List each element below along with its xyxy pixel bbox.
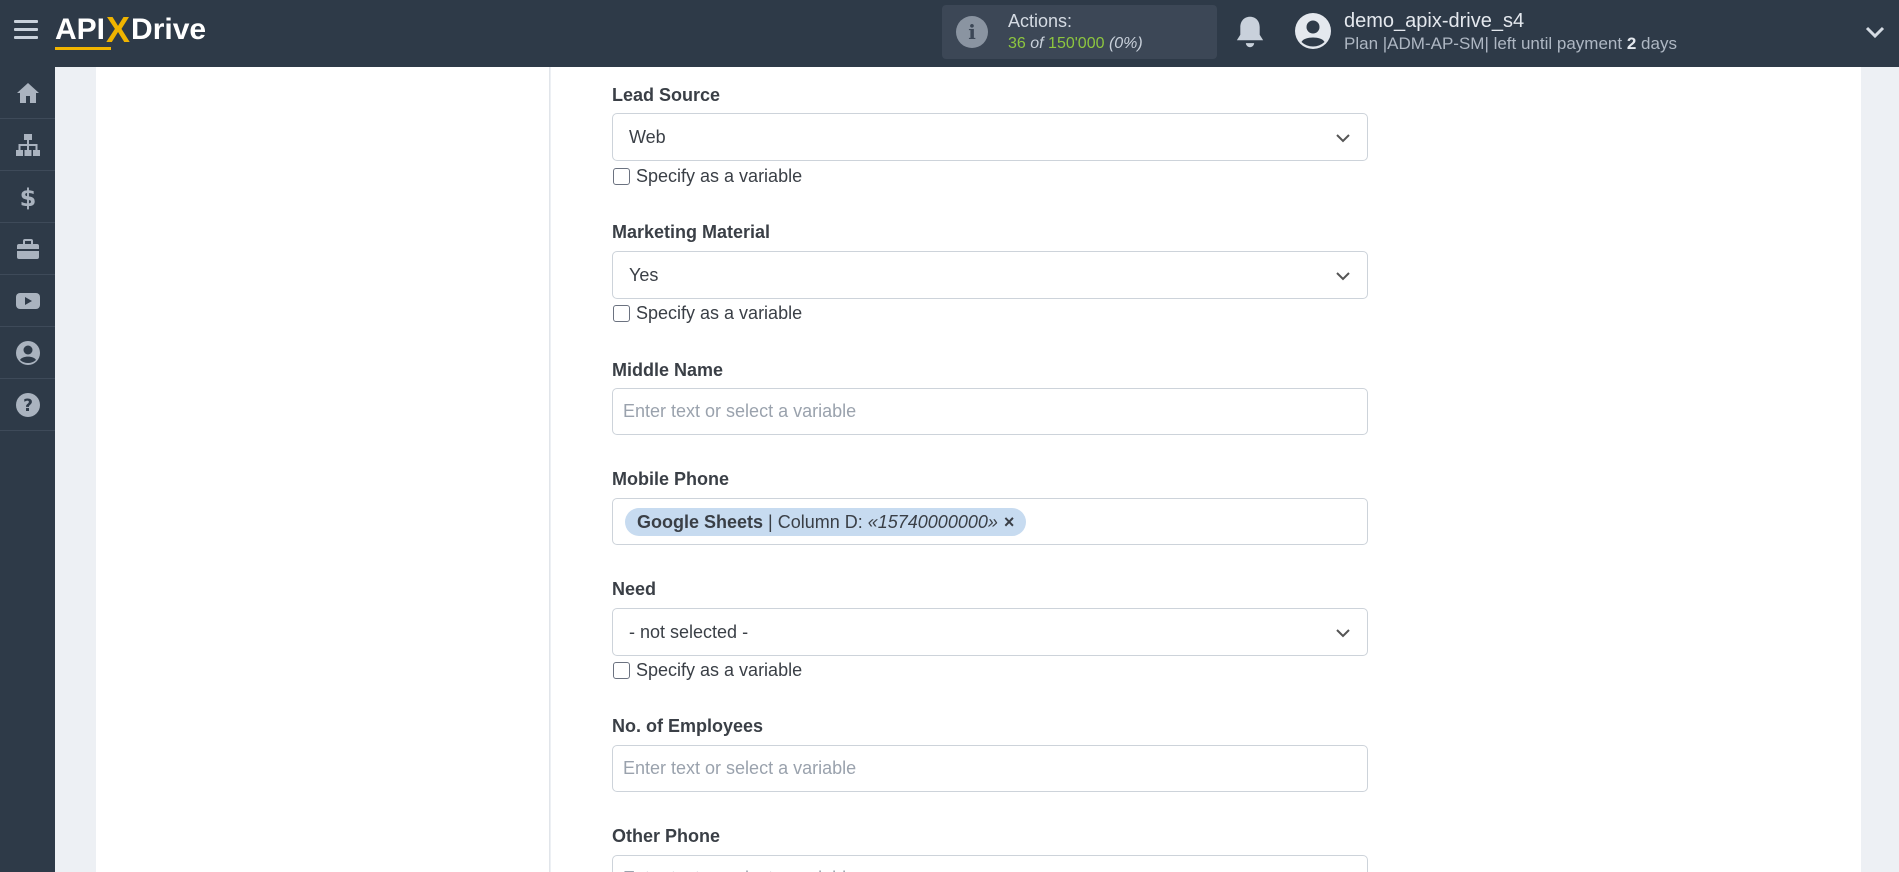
- variable-tag: Google Sheets | Column D: «15740000000» …: [625, 508, 1027, 536]
- chevron-down-icon: [1336, 629, 1350, 638]
- username[interactable]: demo_apix-drive_s4: [1344, 10, 1524, 33]
- lead-source-variable-label: Specify as a variable: [636, 166, 803, 186]
- need-label: Need: [612, 579, 657, 599]
- marketing-material-variable-toggle: Specify as a variable: [613, 303, 802, 324]
- employees-input[interactable]: [612, 745, 1368, 792]
- employees-label: No. of Employees: [612, 716, 764, 736]
- actions-counter: i Actions: 36 of 150'000 (0%): [942, 5, 1217, 59]
- lead-source-value: Web: [629, 127, 666, 147]
- middle-name-input[interactable]: [612, 388, 1368, 435]
- info-icon: i: [956, 16, 988, 48]
- logo-text-api: API: [55, 13, 106, 46]
- other-phone-input[interactable]: [612, 855, 1368, 872]
- hamburger-menu-icon[interactable]: [14, 20, 38, 44]
- user-circle-icon: [15, 340, 40, 365]
- sitemap-icon: [15, 133, 40, 156]
- plan-days-number: 2: [1626, 34, 1637, 53]
- actions-count: 36 of 150'000 (0%): [1008, 35, 1143, 53]
- tag-source: Google Sheets: [637, 511, 764, 532]
- sidebar: $ ?: [0, 67, 55, 872]
- top-bar: API X Drive i Actions: 36 of 150'000 (0%) …: [0, 0, 1899, 67]
- need-select[interactable]: - not selected -: [612, 608, 1368, 656]
- tag-value: «15740000000»: [867, 511, 998, 532]
- mobile-phone-label: Mobile Phone: [612, 469, 729, 489]
- lead-source-variable-checkbox[interactable]: [613, 168, 630, 185]
- actions-total: 150'000: [1048, 35, 1105, 52]
- bell-icon[interactable]: [1233, 14, 1267, 50]
- need-variable-label: Specify as a variable: [636, 660, 803, 680]
- sidebar-item-billing[interactable]: $: [0, 171, 55, 223]
- actions-percent: (0%): [1108, 35, 1143, 52]
- sidebar-item-videos[interactable]: [0, 275, 55, 327]
- chevron-down-icon[interactable]: [1864, 22, 1886, 42]
- sidebar-item-home[interactable]: [0, 67, 55, 119]
- left-panel: [96, 67, 550, 872]
- actions-used: 36: [1008, 35, 1026, 52]
- mobile-phone-input[interactable]: Google Sheets | Column D: «15740000000» …: [612, 498, 1368, 545]
- plan-info: Plan |ADM-AP-SM| left until payment 2 da…: [1344, 34, 1677, 54]
- lead-source-variable-toggle: Specify as a variable: [613, 166, 802, 187]
- avatar-icon[interactable]: [1294, 12, 1332, 50]
- close-icon[interactable]: ×: [1004, 512, 1015, 533]
- tag-column: | Column D:: [768, 511, 863, 532]
- marketing-material-select[interactable]: Yes: [612, 251, 1368, 299]
- plan-prefix: Plan |ADM-AP-SM| left until payment: [1344, 34, 1623, 53]
- dollar-icon: $: [19, 184, 36, 210]
- logo-text-x: X: [106, 9, 131, 50]
- svg-text:$: $: [19, 184, 36, 210]
- apix-drive-logo[interactable]: API X Drive: [55, 9, 207, 50]
- actions-of: of: [1030, 35, 1044, 52]
- briefcase-icon: [16, 238, 39, 259]
- plan-days-word: days: [1641, 34, 1677, 53]
- sidebar-item-services[interactable]: [0, 223, 55, 275]
- svg-text:?: ?: [23, 396, 33, 416]
- other-phone-label: Other Phone: [612, 826, 721, 846]
- sidebar-item-connections[interactable]: [0, 119, 55, 171]
- marketing-material-label: Marketing Material: [612, 222, 771, 242]
- question-circle-icon: ?: [15, 392, 40, 417]
- lead-source-label: Lead Source: [612, 85, 721, 105]
- need-value: - not selected -: [629, 622, 749, 642]
- logo-underline: [55, 47, 111, 50]
- middle-name-label: Middle Name: [612, 360, 724, 380]
- marketing-material-variable-checkbox[interactable]: [613, 305, 630, 322]
- chevron-down-icon: [1336, 272, 1350, 281]
- actions-label: Actions:: [1008, 11, 1073, 31]
- chevron-down-icon: [1336, 134, 1350, 143]
- sidebar-item-profile[interactable]: [0, 327, 55, 379]
- sidebar-item-help[interactable]: ?: [0, 379, 55, 431]
- youtube-icon: [15, 292, 40, 309]
- marketing-material-value: Yes: [629, 265, 659, 285]
- logo-text-drive: Drive: [131, 13, 207, 46]
- need-variable-checkbox[interactable]: [613, 662, 630, 679]
- home-icon: [16, 82, 39, 103]
- marketing-material-variable-label: Specify as a variable: [636, 303, 803, 323]
- lead-source-select[interactable]: Web: [612, 113, 1368, 161]
- need-variable-toggle: Specify as a variable: [613, 660, 802, 681]
